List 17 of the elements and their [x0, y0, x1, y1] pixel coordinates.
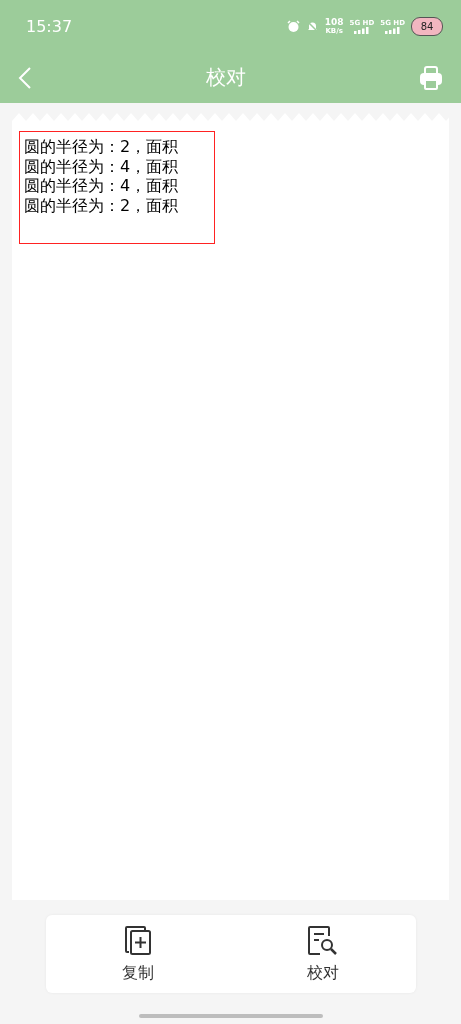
alarm-icon — [286, 19, 300, 33]
battery-level: 84 — [411, 16, 443, 36]
signal-icon — [384, 26, 401, 34]
text-line: 圆的半径为：4，面积 — [24, 156, 180, 176]
copy-button[interactable]: 复制 — [45, 915, 231, 993]
network-speed: 108 — [324, 17, 344, 27]
copy-icon — [124, 924, 152, 956]
text-line: 圆的半径为：4，面积 — [24, 176, 180, 196]
proofread-icon — [307, 924, 339, 956]
text-line: 圆的半径为：2，面积 — [24, 195, 180, 215]
status-time: 15:37 — [26, 16, 74, 36]
signal-icon — [353, 26, 370, 34]
proofread-button[interactable]: 校对 — [230, 915, 416, 993]
printer-icon[interactable] — [419, 65, 443, 90]
page-title: 校对 — [205, 64, 246, 91]
text-line: 圆的半径为：2，面积 — [24, 137, 180, 157]
back-icon[interactable] — [18, 66, 32, 89]
